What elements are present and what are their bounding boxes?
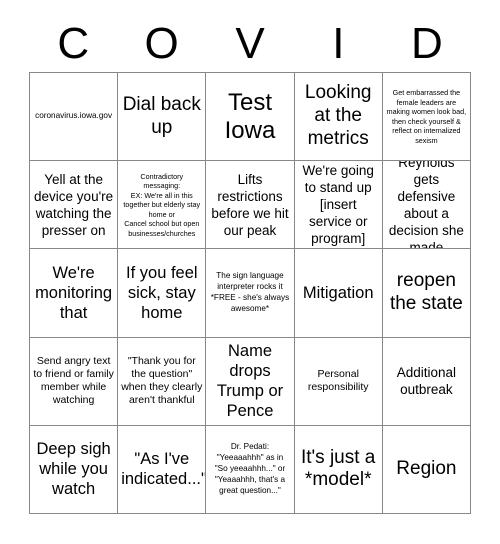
bingo-cell[interactable]: We're monitoring that [30, 249, 119, 338]
bingo-cell-label: We're going to stand up [insert service … [302, 163, 374, 247]
bingo-cell-label: Get embarrassed the female leaders are m… [386, 88, 467, 145]
bingo-cell-label: We're monitoring that [35, 263, 113, 323]
bingo-cell-label: Dial back up [122, 93, 201, 138]
bingo-cell-label: Contradictory messaging: EX: We're all i… [123, 171, 201, 238]
header-letter-d: D [410, 19, 443, 68]
bingo-cell[interactable]: Deep sigh while you watch [30, 425, 119, 514]
bingo-cell-label: It's just a *model* [301, 446, 376, 491]
bingo-cell-label: Reynolds gets defensive about a decision… [388, 161, 464, 250]
bingo-cell[interactable]: Test Iowa [206, 73, 295, 162]
bingo-cell[interactable]: Dr. Pedati: "Yeeaaahhh" as in "So yeeaah… [206, 425, 295, 514]
bingo-cell-label: reopen the state [389, 270, 463, 314]
bingo-cell[interactable]: Reynolds gets defensive about a decision… [382, 161, 471, 250]
bingo-cell[interactable]: It's just a *model* [294, 425, 383, 514]
header-letter-c: C [57, 19, 90, 68]
bingo-cell[interactable]: "As I've indicated..." [118, 425, 207, 514]
bingo-cell[interactable]: We're going to stand up [insert service … [294, 161, 383, 250]
bingo-cell-label: Looking at the metrics [304, 82, 372, 149]
bingo-cell[interactable]: Mitigation [294, 249, 383, 338]
bingo-cell-label: Yell at the device you're watching the p… [34, 171, 114, 238]
bingo-cell-label: Personal responsibility [307, 367, 369, 394]
bingo-cell-label: "As I've indicated..." [121, 450, 207, 489]
bingo-cell[interactable]: coronavirus.iowa.gov [30, 73, 119, 162]
header-letter-i: I [332, 19, 345, 68]
bingo-cell[interactable]: The sign language interpreter rocks it *… [206, 249, 295, 338]
bingo-cell[interactable]: Send angry text to friend or family memb… [30, 337, 119, 426]
bingo-cell-label: Test Iowa [224, 88, 276, 144]
bingo-cell[interactable]: reopen the state [382, 249, 471, 338]
bingo-cell-label: The sign language interpreter rocks it *… [210, 271, 290, 313]
bingo-cell[interactable]: Name drops Trump or Pence [206, 337, 295, 426]
bingo-cell-label: If you feel sick, stay home [126, 263, 198, 323]
bingo-board: C O V I D coronavirus.iowa.gov Dial back … [0, 0, 500, 544]
bingo-cell-label: Send angry text to friend or family memb… [33, 354, 114, 407]
bingo-cell[interactable]: Additional outbreak [382, 337, 471, 426]
bingo-cell-label: Mitigation [302, 283, 374, 302]
bingo-cell[interactable]: Get embarrassed the female leaders are m… [382, 73, 471, 162]
header-letter-o: O [144, 19, 179, 68]
bingo-cell-label: Region [396, 457, 457, 479]
bingo-cell[interactable]: Looking at the metrics [294, 73, 383, 162]
bingo-cell[interactable]: "Thank you for the question" when they c… [118, 337, 207, 426]
bingo-cell-label: Name drops Trump or Pence [216, 341, 284, 421]
bingo-cell[interactable]: Lifts restrictions before we hit our pea… [206, 161, 295, 250]
bingo-grid: coronavirus.iowa.gov Dial back up Test Iow… [29, 72, 471, 514]
bingo-cell-label: Deep sigh while you watch [36, 440, 111, 499]
bingo-cell-label: Lifts restrictions before we hit our pea… [211, 171, 289, 238]
bingo-cell[interactable]: Contradictory messaging: EX: We're all i… [118, 161, 207, 250]
bingo-cell-label: "Thank you for the question" when they c… [121, 354, 203, 407]
bingo-cell[interactable]: Dial back up [118, 73, 207, 162]
bingo-cell[interactable]: Personal responsibility [294, 337, 383, 426]
bingo-header: C O V I D [29, 18, 471, 70]
bingo-cell-label: Additional outbreak [396, 365, 457, 398]
bingo-cell[interactable]: Region [382, 425, 471, 514]
header-letter-v: V [235, 19, 265, 68]
bingo-cell[interactable]: If you feel sick, stay home [118, 249, 207, 338]
bingo-cell[interactable]: Yell at the device you're watching the p… [30, 161, 119, 250]
bingo-cell-label: Dr. Pedati: "Yeeaaahhh" as in "So yeeaah… [214, 442, 286, 495]
bingo-cell-label: coronavirus.iowa.gov [35, 111, 113, 121]
